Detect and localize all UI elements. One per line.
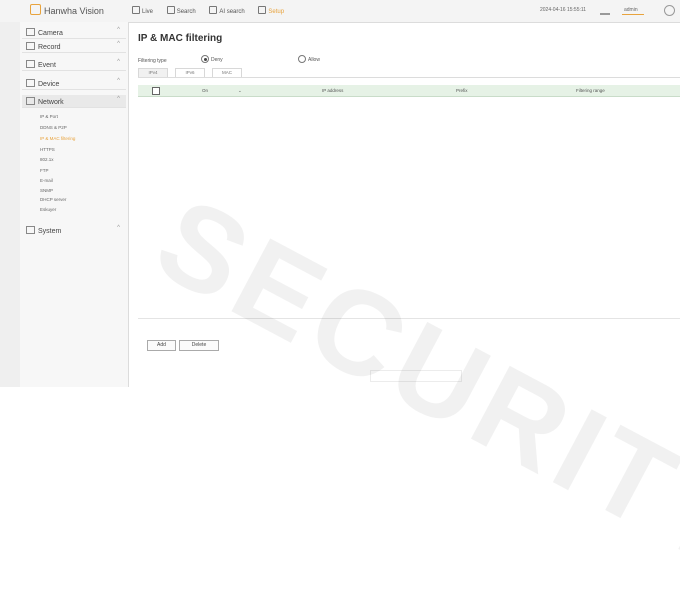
sidebar-sub-dhcp[interactable]: DHCP server xyxy=(40,197,66,202)
chevron-up-icon: ^ xyxy=(117,96,120,102)
nav-setup[interactable]: Setup xyxy=(258,6,290,15)
sidebar-item-network[interactable]: Network ^ xyxy=(22,95,126,108)
page-title: IP & MAC filtering xyxy=(138,33,223,44)
sidebar-strip xyxy=(0,22,20,387)
chevron-up-icon: ^ xyxy=(117,225,120,231)
setup-icon xyxy=(258,6,267,14)
monitor-icon xyxy=(132,6,140,14)
camera-icon xyxy=(26,28,35,36)
sidebar-sub-email[interactable]: E-mail xyxy=(40,178,53,183)
delete-button[interactable]: Delete xyxy=(179,340,219,351)
chevron-up-icon: ^ xyxy=(117,27,120,33)
datetime: 2024-04-16 15:55:11 xyxy=(540,7,587,13)
sidebar-item-record[interactable]: Record ^ xyxy=(22,40,126,53)
nav-live[interactable]: Live xyxy=(132,6,159,15)
watermark-text: SECURITY xyxy=(136,171,680,598)
table-bottom-line xyxy=(138,318,680,319)
radio-checked-icon[interactable] xyxy=(201,55,209,63)
select-all-checkbox[interactable] xyxy=(152,87,160,95)
footer-area xyxy=(370,370,462,382)
col-prefix: Prefix xyxy=(456,88,468,93)
sidebar-sub-8021x[interactable]: 802.1x xyxy=(40,157,54,162)
sidebar-sub-ftp[interactable]: FTP xyxy=(40,168,49,173)
brand-logo: Hanwha Vision xyxy=(30,4,104,16)
filtering-type-label: Filtering type xyxy=(138,58,167,64)
col-ip-address: IP address xyxy=(322,88,344,93)
network-icon xyxy=(26,97,35,105)
sidebar-sub-ip-port[interactable]: IP & Port xyxy=(40,114,58,119)
add-button[interactable]: Add xyxy=(147,340,176,351)
sidebar-item-event[interactable]: Event ^ xyxy=(22,58,126,71)
chevron-up-icon: ^ xyxy=(117,59,120,65)
chevron-up-icon: ^ xyxy=(117,41,120,47)
sidebar-sub-p2p[interactable]: Eskuyer xyxy=(40,207,56,212)
sidebar-sub-ddns[interactable]: DDNS & P2P xyxy=(40,125,67,130)
col-filtering-range: Filtering range xyxy=(576,88,605,93)
chevron-up-icon: ^ xyxy=(117,78,120,84)
nav-search[interactable]: Search xyxy=(166,6,202,15)
top-bar: Hanwha Vision Live Search AI search Setu… xyxy=(0,0,680,23)
table-header: On ⌄ IP address Prefix Filtering range xyxy=(138,85,680,97)
power-icon[interactable] xyxy=(664,5,675,16)
device-icon xyxy=(26,79,35,87)
radio-unchecked-icon[interactable] xyxy=(298,55,306,63)
tab-divider xyxy=(138,77,680,78)
user-underline xyxy=(622,14,644,15)
sidebar-item-device[interactable]: Device ^ xyxy=(22,77,126,90)
chevron-down-icon[interactable]: ⌄ xyxy=(238,88,242,94)
col-on: On xyxy=(202,88,209,93)
sidebar-sub-https[interactable]: HTTPS xyxy=(40,147,55,152)
user-area[interactable]: admin xyxy=(594,3,678,17)
hamburger-icon[interactable] xyxy=(600,5,610,15)
record-icon xyxy=(26,42,35,50)
radio-allow[interactable]: Allow xyxy=(298,55,320,63)
top-nav: Live Search AI search Setup xyxy=(132,6,296,15)
sidebar-sub-snmp[interactable]: SNMP xyxy=(40,188,53,193)
brand-name: Hanwha Vision xyxy=(44,6,104,16)
nav-ai-search[interactable]: AI search xyxy=(209,6,250,15)
user-name[interactable]: admin xyxy=(624,7,638,13)
sidebar-item-system[interactable]: System ^ xyxy=(22,224,126,236)
sidebar-sub-ip-mac-filtering[interactable]: IP & MAC filtering xyxy=(40,136,75,141)
hanwha-logo-icon xyxy=(30,4,41,15)
search-icon xyxy=(166,6,175,14)
ai-search-icon xyxy=(209,6,218,14)
system-icon xyxy=(26,226,35,234)
sidebar-item-camera[interactable]: Camera ^ xyxy=(22,26,126,39)
event-icon xyxy=(26,60,35,68)
radio-deny[interactable]: Deny xyxy=(201,55,223,63)
